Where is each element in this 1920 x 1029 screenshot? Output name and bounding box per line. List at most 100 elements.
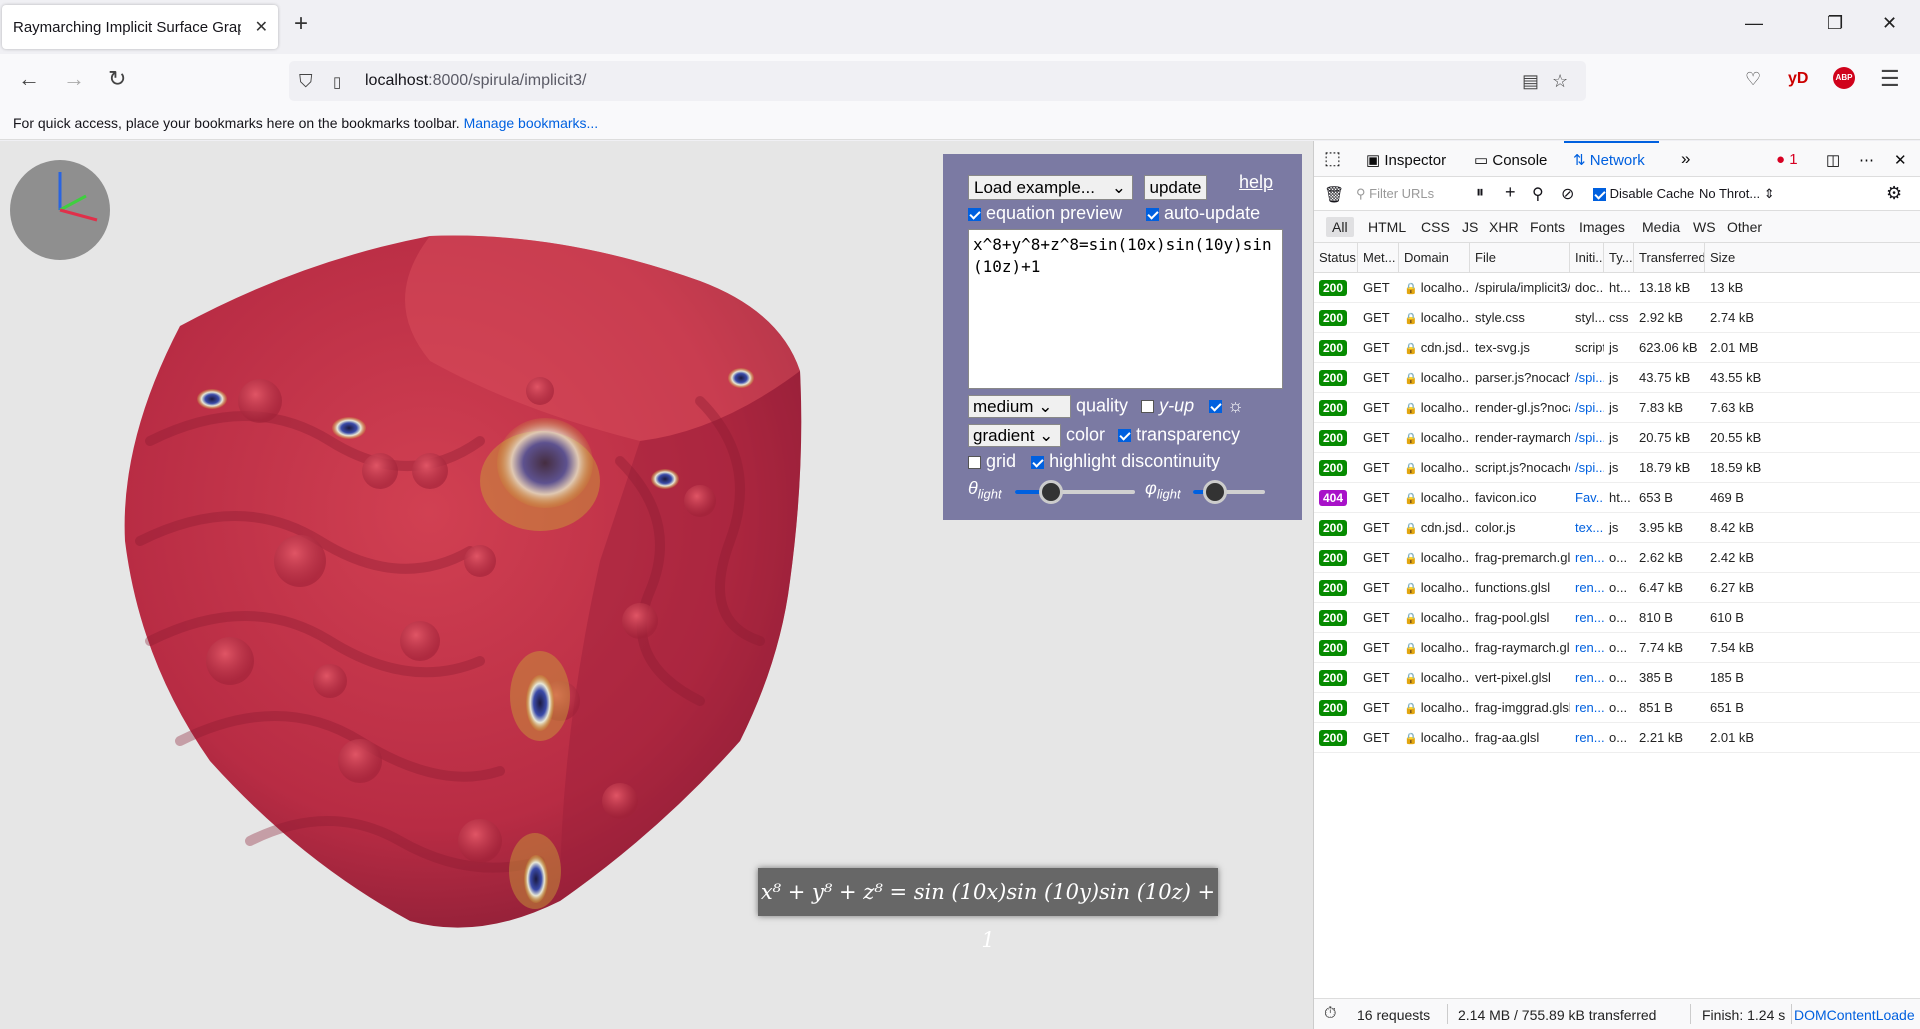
close-devtools-icon[interactable]: ✕ (1894, 151, 1907, 169)
cell-domain: 🔒 localho... (1404, 640, 1470, 655)
more-tabs-icon[interactable]: » (1681, 149, 1690, 169)
filter-ws[interactable]: WS (1693, 219, 1716, 235)
update-button[interactable]: update (1144, 175, 1207, 200)
table-row[interactable]: 200 GET 🔒localho... render-gl.js?nocacl/spi… (1314, 393, 1920, 423)
lock-icon: 🔒 (1404, 403, 1418, 415)
tab-inspector[interactable]: ▣ Inspector (1366, 151, 1446, 169)
phi-slider-handle[interactable] (1202, 480, 1227, 504)
filter-xhr[interactable]: XHR (1489, 219, 1519, 235)
filter-fonts[interactable]: Fonts (1530, 219, 1565, 235)
cell-transferred: 20.75 kB (1639, 430, 1691, 445)
light-toggle-checkbox[interactable] (1209, 400, 1223, 413)
cell-type: ht... (1609, 490, 1631, 505)
disable-cache-toggle[interactable]: Disable Cache (1593, 186, 1694, 202)
reload-icon[interactable]: ↻ (108, 68, 126, 90)
cell-status: 200 (1314, 303, 1358, 333)
close-tab-icon[interactable]: ✕ (255, 17, 268, 37)
filter-other[interactable]: Other (1727, 219, 1762, 235)
column-type[interactable]: Ty... (1604, 243, 1634, 273)
shield-icon[interactable]: ⛉ (299, 71, 313, 92)
column-file[interactable]: File (1470, 243, 1570, 273)
reader-view-icon[interactable]: ▤ (1522, 71, 1539, 92)
filter-js[interactable]: JS (1462, 219, 1478, 235)
table-row[interactable]: 200 GET 🔒localho... script.js?nocache= /spi.… (1314, 453, 1920, 483)
highlight-discontinuity-checkbox[interactable] (1031, 455, 1045, 469)
menu-icon[interactable]: ☰ (1880, 68, 1900, 90)
column-transferred[interactable]: Transferred (1634, 243, 1705, 273)
cell-file: frag-premarch.glsl (1475, 550, 1570, 565)
url-bar[interactable]: ⛉ ▯ localhost:8000/spirula/implicit3/ ▤ … (289, 61, 1586, 101)
table-row[interactable]: 200 GET 🔒 localho... frag-raymarch.glsl ren..… (1314, 633, 1920, 663)
table-row[interactable]: 200 GET 🔒 cdn.jsd... color.js tex... js 3.95 kB… (1314, 513, 1920, 543)
column-initiator[interactable]: Initi... (1570, 243, 1604, 273)
column-size[interactable]: Size (1705, 243, 1920, 273)
bookmark-star-icon[interactable]: ☆ (1552, 71, 1568, 92)
window-close-icon[interactable]: ✕ (1882, 14, 1897, 32)
table-row[interactable]: 200 GET 🔒 localho... vert-pixel.glsl ren... o.… (1314, 663, 1920, 693)
color-select[interactable]: gradient ⌄ (968, 424, 1061, 447)
quality-select[interactable]: medium ⌄ (968, 395, 1071, 418)
manage-bookmarks-link[interactable]: Manage bookmarks... (464, 115, 599, 131)
help-link[interactable]: help (1239, 172, 1273, 193)
transparency-checkbox[interactable] (1118, 429, 1132, 442)
search-icon[interactable]: ⚲ (1532, 184, 1544, 204)
browser-tab[interactable]: Raymarching Implicit Surface Graph ✕ (2, 5, 278, 49)
table-row[interactable]: 200 GET 🔒 localho... /spirula/implicit3/doc.… (1314, 273, 1920, 303)
table-row[interactable]: 200 GET 🔒 localho... frag-aa.glsl ren... o... 2… (1314, 723, 1920, 753)
table-row[interactable]: 200 GET 🔒 localho... style.css styl... css 2.92… (1314, 303, 1920, 333)
table-row[interactable]: 200 GET 🔒 cdn.jsd... tex-svg.js script js 623.0… (1314, 333, 1920, 363)
filter-css[interactable]: CSS (1421, 219, 1450, 235)
dock-icon[interactable]: ◫ (1826, 151, 1840, 169)
settings-gear-icon[interactable]: ⚙ (1886, 183, 1902, 204)
new-tab-icon[interactable]: + (294, 12, 308, 36)
filter-html[interactable]: HTML (1368, 219, 1406, 235)
render-viewport[interactable]: Load example... ⌄ update help equation pr… (0, 141, 1313, 1029)
column-status[interactable]: Status (1314, 243, 1358, 273)
element-picker-icon[interactable]: ⬚ (1324, 148, 1341, 169)
back-icon[interactable]: ← (18, 68, 40, 90)
column-domain[interactable]: Domain (1399, 243, 1470, 273)
table-row[interactable]: 200 GET 🔒localho... render-raymarch.js/spi.… (1314, 423, 1920, 453)
filter-urls-input[interactable]: ⚲ Filter URLs (1356, 186, 1434, 202)
error-count[interactable]: ● 1 (1776, 151, 1798, 168)
minimize-icon[interactable]: — (1745, 14, 1763, 32)
table-row[interactable]: 404 GET 🔒 localho... favicon.ico Fav... ht... 6… (1314, 483, 1920, 513)
grid-checkbox[interactable] (968, 455, 981, 469)
table-row[interactable]: 200 GET 🔒localho... parser.js?nocache= /spi.… (1314, 363, 1920, 393)
disable-cache-checkbox[interactable] (1593, 188, 1606, 202)
theta-slider-handle[interactable] (1039, 480, 1063, 504)
cell-domain: 🔒 cdn.jsd... (1404, 520, 1470, 535)
phi-light-slider[interactable] (1193, 480, 1265, 504)
overflow-menu-icon[interactable]: ⋯ (1859, 151, 1874, 169)
trash-icon[interactable]: 🗑 (1324, 185, 1344, 205)
table-row[interactable]: 200 GET 🔒 localho... frag-pool.glsl ren... o..… (1314, 603, 1920, 633)
forward-icon[interactable]: → (63, 68, 85, 90)
equation-textarea[interactable]: x^8+y^8+z^8=sin(10x)sin(10y)sin(10z)+1 (968, 229, 1283, 389)
y-up-checkbox[interactable] (1141, 400, 1155, 413)
pause-icon[interactable]: ⏸ (1476, 184, 1484, 202)
axes-orientation-widget[interactable] (10, 160, 110, 260)
column-method[interactable]: Met... (1358, 243, 1399, 273)
filter-media[interactable]: Media (1642, 219, 1680, 235)
block-icon[interactable]: ⊘ (1561, 184, 1574, 204)
add-request-icon[interactable]: + (1505, 182, 1516, 203)
restore-icon[interactable]: ❐ (1827, 14, 1843, 32)
cell-size: 185 B (1710, 670, 1744, 685)
equation-preview-checkbox[interactable] (968, 207, 981, 221)
url-text[interactable]: localhost:8000/spirula/implicit3/ (365, 72, 586, 90)
theta-light-slider[interactable] (1015, 480, 1135, 504)
yd-extension-icon[interactable]: yD (1788, 71, 1808, 87)
filter-all[interactable]: All (1326, 217, 1354, 237)
cell-file: color.js (1475, 520, 1516, 535)
filter-images[interactable]: Images (1579, 219, 1625, 235)
table-row[interactable]: 200 GET 🔒 localho... functions.glsl ren... o..… (1314, 573, 1920, 603)
auto-update-checkbox[interactable] (1146, 207, 1159, 221)
table-row[interactable]: 200 GET 🔒 localho... frag-imggrad.glsl ren...… (1314, 693, 1920, 723)
throttle-select[interactable]: No Throt... ⇕ (1699, 186, 1775, 202)
adblock-extension-icon[interactable]: ABP (1833, 67, 1855, 89)
pocket-icon[interactable]: ♡ (1745, 70, 1761, 88)
tab-network[interactable]: ⇅ Network (1573, 151, 1645, 169)
load-example-select[interactable]: Load example... ⌄ (968, 175, 1133, 200)
table-row[interactable]: 200 GET 🔒 localho... frag-premarch.glsl ren..… (1314, 543, 1920, 573)
tab-console[interactable]: ▭ Console (1474, 151, 1547, 169)
